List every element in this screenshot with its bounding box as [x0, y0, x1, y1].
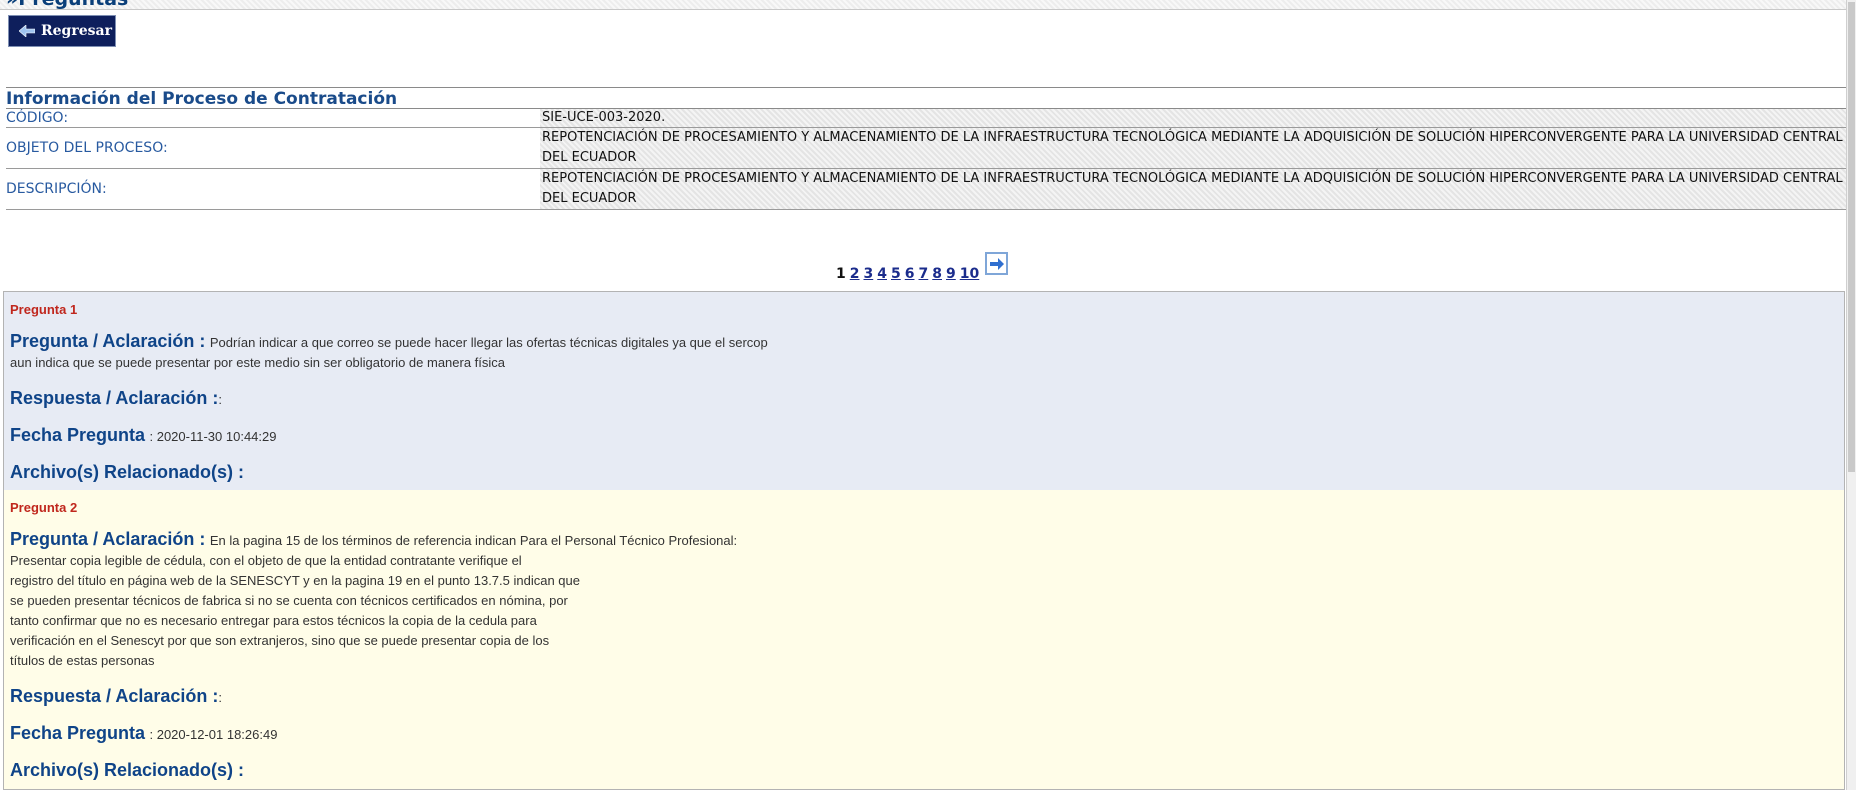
info-label: OBJETO DEL PROCESO:	[6, 140, 168, 156]
question-text: Podrían indicar a que correo se puede ha…	[209, 335, 768, 350]
info-value: REPOTENCIACIÓN DE PROCESAMIENTO Y ALMACE…	[540, 169, 1846, 209]
page-link[interactable]: 4	[877, 266, 887, 282]
page-title: »Preguntas	[6, 0, 128, 9]
question-date: : 2020-11-30 10:44:29	[149, 429, 277, 444]
question-label: Pregunta / Aclaración :	[10, 529, 206, 549]
answer-label: Respuesta / Aclaración :	[10, 388, 219, 408]
arrow-left-icon	[19, 25, 35, 37]
page-link[interactable]: 7	[919, 266, 929, 282]
answer-text: :	[218, 690, 223, 705]
info-row-descripcion: DESCRIPCIÓN: REPOTENCIACIÓN DE PROCESAMI…	[6, 169, 1846, 210]
question-item: Pregunta 1 Pregunta / Aclaración : Podrí…	[4, 292, 1844, 490]
page-link[interactable]: 10	[960, 266, 979, 282]
info-row-codigo: CÓDIGO: SIE-UCE-003-2020.	[6, 109, 1846, 128]
related-files-label: Archivo(s) Relacionado(s) :	[10, 462, 245, 482]
page-link[interactable]: 6	[905, 266, 915, 282]
question-date-label: Fecha Pregunta	[10, 425, 146, 445]
page-link[interactable]: 5	[891, 266, 901, 282]
page-link[interactable]: 8	[932, 266, 942, 282]
info-value: SIE-UCE-003-2020.	[540, 109, 1846, 127]
scrollbar-thumb[interactable]	[1848, 2, 1855, 472]
answer-label: Respuesta / Aclaración :	[10, 686, 219, 706]
pagination: 1 2 3 4 5 6 7 8 9 10	[836, 252, 1009, 285]
page-title-bar: »Preguntas	[0, 0, 1846, 10]
info-label: CÓDIGO:	[6, 110, 69, 126]
question-label: Pregunta / Aclaración :	[10, 331, 206, 351]
info-row-objeto: OBJETO DEL PROCESO: REPOTENCIACIÓN DE PR…	[6, 128, 1846, 169]
question-number: Pregunta 2	[10, 500, 78, 515]
related-files-label: Archivo(s) Relacionado(s) :	[10, 760, 245, 780]
process-info-heading: Información del Proceso de Contratación	[6, 89, 398, 109]
page-link[interactable]: 3	[864, 266, 874, 282]
question-item: Pregunta 2 Pregunta / Aclaración : En la…	[4, 490, 1844, 789]
vertical-scrollbar[interactable]	[1846, 0, 1856, 790]
questions-list: Pregunta 1 Pregunta / Aclaración : Podrí…	[3, 291, 1845, 790]
question-number: Pregunta 1	[10, 302, 78, 317]
process-info-table: Información del Proceso de Contratación …	[6, 87, 1846, 210]
question-text-rest: aun indica que se puede presentar por es…	[10, 355, 506, 370]
current-page: 1	[836, 265, 846, 282]
next-page-button[interactable]	[985, 252, 1009, 275]
question-date: : 2020-12-01 18:26:49	[149, 727, 278, 742]
back-button[interactable]: Regresar	[8, 15, 116, 47]
back-button-label: Regresar	[41, 23, 112, 39]
arrow-right-icon	[989, 257, 1004, 270]
question-text: En la pagina 15 de los términos de refer…	[209, 533, 738, 548]
page-link[interactable]: 9	[946, 266, 956, 282]
info-label: DESCRIPCIÓN:	[6, 181, 107, 197]
question-date-label: Fecha Pregunta	[10, 723, 146, 743]
info-value: REPOTENCIACIÓN DE PROCESAMIENTO Y ALMACE…	[540, 128, 1846, 168]
process-info-heading-row: Información del Proceso de Contratación	[6, 87, 1846, 109]
question-text-rest: Presentar copia legible de cédula, con e…	[10, 553, 580, 668]
answer-text: :	[218, 392, 223, 407]
page-link[interactable]: 2	[850, 266, 860, 282]
